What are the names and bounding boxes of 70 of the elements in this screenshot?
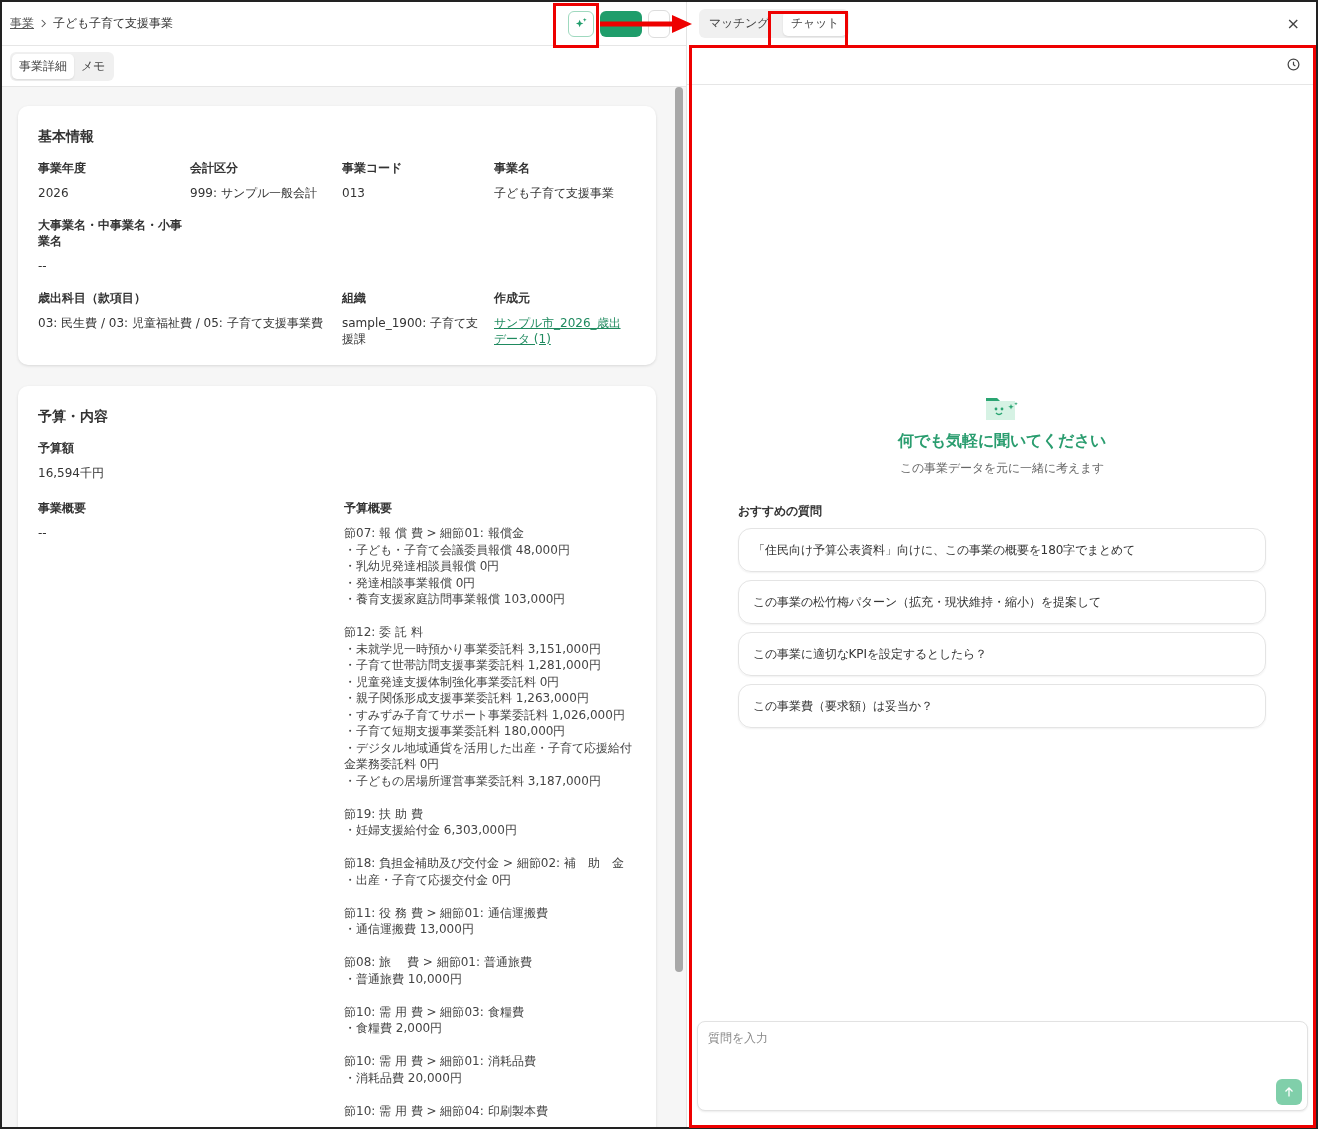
tab[interactable]: メモ — [74, 53, 112, 79]
field-value: 03: 民生費 / 03: 児童福祉費 / 05: 子育て支援事業費 — [38, 315, 324, 331]
suggested-question[interactable]: この事業費（要求額）は妥当か？ — [737, 684, 1266, 728]
field-label: 作成元 — [494, 290, 531, 306]
budget-heading: 節11: 役 務 費 > 細節01: 通信運搬費 — [344, 904, 549, 921]
sparkle-icon — [574, 17, 588, 30]
field-value: -- — [38, 525, 48, 541]
field-label: 予算額 — [38, 440, 75, 456]
field-label: 会計区分 — [190, 160, 239, 176]
scrollbar[interactable] — [675, 87, 683, 972]
budget-item: ・未就学児一時預かり事業委託料 3,151,000円 — [344, 640, 602, 657]
budget-item: ・デジタル地域通貨を活用した出産・子育て応援給付金業務委託料 0円 — [344, 739, 633, 773]
budget-heading: 節18: 負担金補助及び交付金 > 細節02: 補 助 金 — [344, 855, 625, 872]
highlight-frame — [553, 3, 599, 48]
budget-heading: 節10: 需 用 費 > 細節03: 食糧費 — [344, 1003, 525, 1020]
budget-item: ・養育支援家庭訪問事業報償 103,000円 — [344, 591, 567, 608]
field-label: 歳出科目（款項目） — [38, 290, 147, 306]
budget-item: ・発達相談事業報償 0円 — [344, 574, 477, 591]
suggested-question[interactable]: この事業の松竹梅パターン（拡充・現状維持・縮小）を提案して — [737, 580, 1266, 624]
chat-subtitle: この事業データを元に一緒に考えます — [899, 460, 1104, 477]
budget-item: ・消耗品費 20,000円 — [344, 1069, 463, 1086]
field-value: sample_1900: 子育て支援課 — [342, 315, 480, 347]
folder-mascot-icon — [984, 395, 1019, 421]
field-label: 大事業名・中事業名・小事業名 — [38, 217, 183, 249]
field-label: 事業年度 — [38, 160, 87, 176]
budget-item: ・出産・子育て応援交付金 0円 — [344, 871, 513, 888]
budget-item: ・子育て世帯訪問支援事業委託料 1,281,000円 — [344, 657, 602, 674]
question-input[interactable]: 質問を入力 — [697, 1021, 1308, 1111]
budget-heading: 節08: 旅 費 > 細節01: 普通旅費 — [344, 954, 533, 971]
chevron-icon — [40, 19, 47, 28]
field-label: 予算概要 — [344, 500, 393, 516]
field-value: 子ども子育て支援事業 — [494, 185, 615, 201]
source-link[interactable]: サンプル市_2026_歳出データ (1) — [494, 315, 634, 347]
budget-item: ・普通旅費 10,000円 — [344, 970, 463, 987]
field-value: 999: サンプル一般会計 — [190, 185, 318, 201]
history-icon[interactable] — [1287, 58, 1300, 71]
field-value: 013 — [342, 185, 366, 201]
budget-heading: 節19: 扶 助 費 — [344, 805, 424, 822]
field-label: 事業名 — [494, 160, 531, 176]
field-label: 組織 — [342, 290, 367, 306]
budget-heading: 節10: 需 用 費 > 細節01: 消耗品費 — [344, 1053, 537, 1070]
breadcrumb-link[interactable]: 事業 — [10, 15, 34, 32]
suggested-question[interactable]: 「住民向け予算公表資料」向けに、この事業の概要を180字でまとめて — [737, 528, 1266, 572]
suggested-question[interactable]: この事業に適切なKPIを設定するとしたら？ — [737, 632, 1266, 676]
budget-item: ・すみずみ子育てサポート事業委託料 1,026,000円 — [344, 706, 626, 723]
field-value: 2026 — [38, 185, 70, 201]
field-value: 16,594千円 — [38, 465, 105, 481]
budget-item: ・食糧費 2,000円 — [344, 1020, 444, 1037]
close-button[interactable]: × — [1286, 14, 1300, 33]
chat-heading: 何でも気軽に聞いてください — [897, 431, 1106, 452]
budget-item: ・児童発達支援体制強化事業委託料 0円 — [344, 673, 561, 690]
budget-item: ・子どもの居場所運営事業委託料 3,187,000円 — [344, 772, 602, 789]
budget-item: ・通信運搬費 13,000円 — [344, 921, 475, 938]
section-title: 基本情報 — [38, 128, 95, 146]
field-label: 事業概要 — [38, 500, 87, 516]
budget-item: ・子ども・子育て会議委員報償 48,000円 — [344, 541, 571, 558]
budget-item: ・親子関係形成支援事業委託料 1,263,000円 — [344, 690, 590, 707]
suggestions-label: おすすめの質問 — [737, 503, 823, 520]
budget-heading: 節12: 委 託 料 — [344, 624, 424, 641]
field-value: -- — [38, 258, 48, 274]
field-label: 事業コード — [342, 160, 403, 176]
budget-item: ・妊婦支援給付金 6,303,000円 — [344, 822, 518, 839]
arrow-up-icon — [1283, 1086, 1295, 1098]
budget-heading: 節10: 需 用 費 > 細節04: 印刷製本費 — [344, 1102, 549, 1119]
budget-item: ・乳幼児発達相談員報償 0円 — [344, 558, 501, 575]
tab[interactable]: 事業詳細 — [12, 53, 74, 79]
breadcrumb-current: 子ども子育て支援事業 — [53, 15, 173, 32]
budget-item: ・子育て短期支援事業委託料 180,000円 — [344, 723, 567, 740]
section-title: 予算・内容 — [38, 408, 109, 426]
budget-heading: 節07: 報 償 費 > 細節01: 報償金 — [344, 525, 525, 542]
